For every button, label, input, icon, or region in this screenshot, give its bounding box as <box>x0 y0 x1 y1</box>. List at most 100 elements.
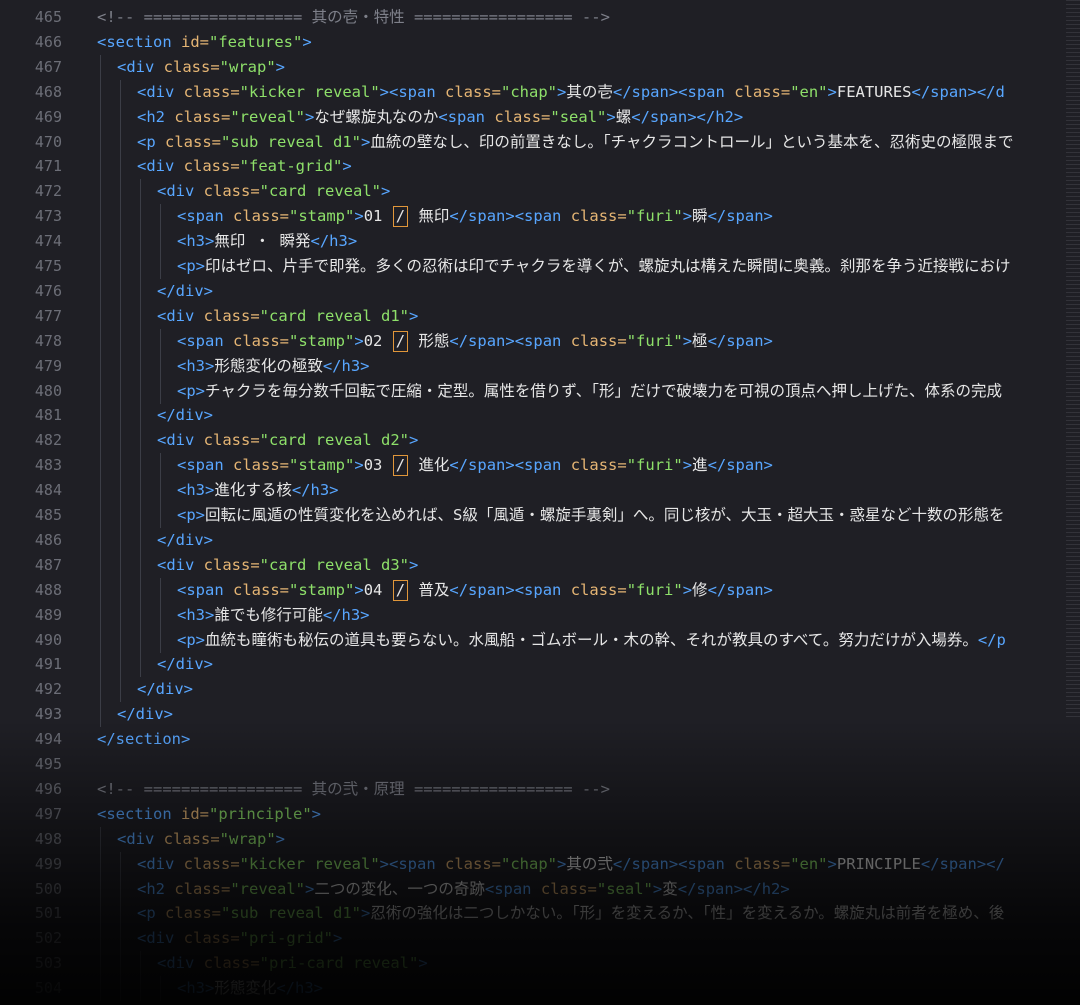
highlighted-slash: / <box>392 330 409 352</box>
code-line[interactable]: 503 <div class="pri-card reveal"> <box>0 951 1080 977</box>
line-number: 466 <box>34 32 62 51</box>
code-token: <span <box>438 107 486 126</box>
code-token: > <box>408 306 419 325</box>
code-line[interactable]: 476 </div> <box>0 278 1080 304</box>
code-line[interactable]: 490 <p>血統も瞳術も秘伝の道具も要らない。水風船・ゴムボール・木の幹、それが… <box>0 627 1080 653</box>
code-line[interactable]: 501 <p class="sub reveal d1">忍術の強化は二つしかない… <box>0 901 1080 927</box>
code-line[interactable]: 475 <p>印はゼロ、片手で即発。多くの忍術は印でチャクラを導くが、螺旋丸は構え… <box>0 254 1080 279</box>
line-code: <!-- ================= 其の壱・特性 ==========… <box>97 5 610 30</box>
indent-guide <box>160 577 161 603</box>
indent-guide <box>100 278 101 304</box>
code-line[interactable]: 480 <p>チャクラを毎分数千回転で圧縮・定型。属性を借りず、「形」だけで破壊力… <box>0 378 1080 404</box>
line-code: <div class="feat-grid"> <box>137 154 352 179</box>
line-number: 480 <box>34 381 62 400</box>
code-token: "wrap" <box>219 829 276 848</box>
indent-guide <box>100 677 101 703</box>
code-line[interactable]: 467 <div class="wrap"> <box>0 54 1080 80</box>
indent-guide <box>100 428 101 454</box>
code-line[interactable]: 484 <h3>進化する核</h3> <box>0 478 1080 504</box>
code-line[interactable]: 493 </div> <box>0 702 1080 728</box>
code-line[interactable]: 500 <h2 class="reveal">二つの変化、一つの奇跡<span c… <box>0 876 1080 902</box>
code-token: <h3> <box>177 356 215 375</box>
code-token: <div <box>157 431 195 450</box>
line-code: <span class="stamp">02 / 形態</span><span … <box>177 329 773 354</box>
code-token: ><span <box>379 82 436 101</box>
line-code: </section> <box>97 727 190 752</box>
line-code: <h3>誰でも修行可能</h3> <box>177 603 370 628</box>
code-token: class= <box>174 107 231 126</box>
indent-guide <box>100 876 101 902</box>
indent-guide <box>120 851 121 877</box>
indent-guide <box>160 204 161 230</box>
code-line[interactable]: 482 <div class="card reveal d2"> <box>0 428 1080 454</box>
code-line[interactable]: 485 <p>回転に風遁の性質変化を込めれば、S級「風遁・螺旋手裏剣」へ。同じ核が… <box>0 503 1080 528</box>
indent-guide <box>140 951 141 977</box>
code-token: </span><span <box>449 456 562 475</box>
code-line[interactable]: 473 <span class="stamp">01 / 無印</span><sp… <box>0 204 1080 230</box>
code-line[interactable]: 487 <div class="card reveal d3"> <box>0 552 1080 578</box>
code-token: > <box>606 107 616 126</box>
code-line[interactable]: 497 <section id="principle"> <box>0 802 1080 827</box>
line-code: <p>印はゼロ、片手で即発。多くの忍術は印でチャクラを導くが、螺旋丸は構えた瞬間… <box>177 254 1011 279</box>
code-token: "stamp" <box>289 331 355 350</box>
code-line[interactable]: 502 <div class="pri-grid"> <box>0 926 1080 952</box>
indent-guide <box>140 303 141 329</box>
line-number: 489 <box>34 605 62 624</box>
code-token: </h3> <box>322 356 370 375</box>
minimap[interactable] <box>1066 0 1080 720</box>
code-token: "furi" <box>626 207 683 226</box>
highlighted-slash: / <box>392 206 409 228</box>
code-token: 形態 <box>409 331 450 350</box>
code-line[interactable]: 495 <box>0 752 1080 777</box>
indent-guide <box>100 54 101 80</box>
code-editor[interactable]: 465 <!-- ================= 其の壱・特性 =======… <box>0 0 1080 1005</box>
code-line[interactable]: 491 </div> <box>0 652 1080 678</box>
line-code: <span class="stamp">04 / 普及</span><span … <box>177 578 773 603</box>
code-token: </span><span <box>449 580 562 599</box>
indent-guide <box>140 652 141 678</box>
code-line[interactable]: 504 <h3>形態変化</h3> <box>0 976 1080 1002</box>
code-token: > <box>361 904 371 923</box>
indent-guide <box>100 552 101 578</box>
code-line[interactable]: 466 <section id="features"> <box>0 30 1080 55</box>
code-line[interactable]: 498 <div class="wrap"> <box>0 826 1080 852</box>
code-line[interactable]: 481 </div> <box>0 403 1080 429</box>
indent-guide <box>100 403 101 429</box>
code-token: PRINCIPLE <box>836 854 921 873</box>
code-token: "stamp" <box>289 207 355 226</box>
code-line[interactable]: 483 <span class="stamp">03 / 進化</span><sp… <box>0 453 1080 479</box>
code-line[interactable]: 469 <h2 class="reveal">なぜ螺旋丸なのか<span clas… <box>0 104 1080 130</box>
code-line[interactable]: 489 <h3>誰でも修行可能</h3> <box>0 602 1080 628</box>
code-token: 無印 ・ 瞬発 <box>214 232 311 251</box>
code-token: "card reveal" <box>259 182 381 201</box>
code-line[interactable]: 470 <p class="sub reveal d1">血統の壁なし、印の前置き… <box>0 129 1080 155</box>
code-token: > <box>354 331 364 350</box>
indent-guide <box>140 428 141 454</box>
code-line[interactable]: 496 <!-- ================= 其の弐・原理 =======… <box>0 777 1080 802</box>
code-line[interactable]: 465 <!-- ================= 其の壱・特性 =======… <box>0 5 1080 30</box>
code-token: </span></d <box>911 82 1005 101</box>
code-line[interactable]: 479 <h3>形態変化の極致</h3> <box>0 353 1080 379</box>
code-token: class= <box>445 854 501 873</box>
code-token: 無印 <box>409 207 450 226</box>
code-line[interactable]: 468 <div class="kicker reveal"><span clas… <box>0 79 1080 105</box>
code-line[interactable]: 486 </div> <box>0 527 1080 553</box>
code-line[interactable]: 488 <span class="stamp">04 / 普及</span><sp… <box>0 577 1080 603</box>
code-line[interactable]: 477 <div class="card reveal d1"> <box>0 303 1080 329</box>
code-token: "stamp" <box>289 456 355 475</box>
line-number: 474 <box>34 232 62 251</box>
indent-guide <box>100 826 101 852</box>
code-line[interactable]: 499 <div class="kicker reveal"><span clas… <box>0 851 1080 877</box>
code-line[interactable]: 478 <span class="stamp">02 / 形態</span><sp… <box>0 328 1080 354</box>
code-line[interactable]: 471 <div class="feat-grid"> <box>0 154 1080 180</box>
line-number: 469 <box>34 107 62 126</box>
code-line[interactable]: 492 </div> <box>0 677 1080 703</box>
code-line[interactable]: 472 <div class="card reveal"> <box>0 179 1080 205</box>
code-line[interactable]: 474 <h3>無印 ・ 瞬発</h3> <box>0 229 1080 255</box>
code-token: "reveal" <box>230 879 305 898</box>
code-line[interactable]: 494 </section> <box>0 727 1080 752</box>
